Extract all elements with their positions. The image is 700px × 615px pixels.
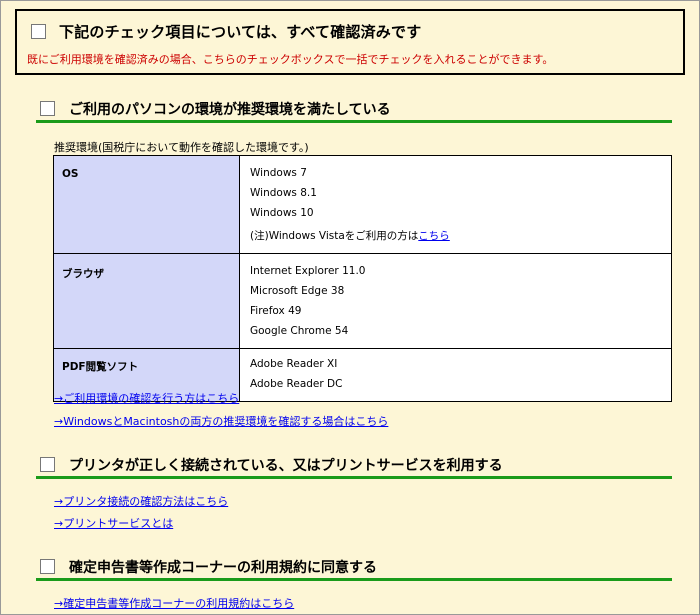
browser-item: Firefox 49 [250, 305, 302, 317]
win-mac-env-link[interactable]: →WindowsとMacintoshの両方の推奨環境を確認する場合はこちら [54, 415, 388, 428]
os-values: Windows 7 Windows 8.1 Windows 10 (注)Wind… [239, 155, 672, 254]
pdf-item: Adobe Reader DC [250, 378, 343, 390]
os-item: Windows 10 [250, 207, 314, 219]
printer-check-link[interactable]: →プリンタ接続の確認方法はこちら [54, 495, 228, 508]
os-item: Windows 7 [250, 167, 307, 179]
link-line: →ご利用環境の確認を行う方はこちら [54, 390, 239, 406]
terms-link[interactable]: →確定申告書等作成コーナーの利用規約はこちら [54, 597, 294, 610]
link-line: →WindowsとMacintoshの両方の推奨環境を確認する場合はこちら [54, 413, 388, 429]
confirm-all-box: 下記のチェック項目については、すべて確認済みです 既にご利用環境を確認済みの場合… [15, 9, 685, 75]
os-note: (注)Windows Vistaをご利用の方は [250, 230, 419, 242]
terms-label[interactable]: 確定申告書等作成コーナーの利用規約に同意する [69, 557, 377, 577]
browser-item: Internet Explorer 11.0 [250, 265, 366, 277]
table-row: OS Windows 7 Windows 8.1 Windows 10 (注)W… [53, 155, 672, 254]
browser-item: Microsoft Edge 38 [250, 285, 345, 297]
browser-item: Google Chrome 54 [250, 325, 349, 337]
browser-values: Internet Explorer 11.0 Microsoft Edge 38… [239, 253, 672, 349]
env-caption: 推奨環境(国税庁において動作を確認した環境です。) [54, 141, 309, 154]
terms-checkbox[interactable] [40, 559, 55, 574]
os-note-link[interactable]: こちら [418, 230, 450, 242]
pc-env-checkbox[interactable] [40, 101, 55, 116]
confirm-all-label[interactable]: 下記のチェック項目については、すべて確認済みです [59, 21, 421, 42]
printer-checkbox[interactable] [40, 457, 55, 472]
env-check-link[interactable]: →ご利用環境の確認を行う方はこちら [54, 392, 239, 405]
link-line: →プリンタ接続の確認方法はこちら [54, 493, 228, 509]
env-table: OS Windows 7 Windows 8.1 Windows 10 (注)W… [53, 155, 672, 402]
section-printer-heading[interactable]: プリンタが正しく接続されている、又はプリントサービスを利用する [36, 453, 672, 479]
os-note-line: (注)Windows Vistaをご利用の方はこちら [250, 226, 661, 246]
printer-label[interactable]: プリンタが正しく接続されている、又はプリントサービスを利用する [69, 455, 503, 475]
section-terms-heading[interactable]: 確定申告書等作成コーナーの利用規約に同意する [36, 555, 672, 581]
link-line: →確定申告書等作成コーナーの利用規約はこちら [54, 595, 294, 611]
table-row: ブラウザ Internet Explorer 11.0 Microsoft Ed… [53, 253, 672, 349]
confirm-all-row[interactable]: 下記のチェック項目については、すべて確認済みです [31, 21, 421, 42]
pdf-values: Adobe Reader XI Adobe Reader DC [239, 348, 672, 402]
browser-head: ブラウザ [53, 253, 240, 349]
confirm-all-note: 既にご利用環境を確認済みの場合、こちらのチェックボックスで一括でチェックを入れる… [27, 53, 554, 66]
section-pc-env-heading[interactable]: ご利用のパソコンの環境が推奨環境を満たしている [36, 97, 672, 123]
link-line: →プリントサービスとは [54, 515, 173, 531]
confirm-all-checkbox[interactable] [31, 24, 46, 39]
os-item: Windows 8.1 [250, 187, 317, 199]
print-service-link[interactable]: →プリントサービスとは [54, 517, 173, 530]
os-head: OS [53, 155, 240, 254]
pdf-item: Adobe Reader XI [250, 358, 338, 370]
pc-env-label[interactable]: ご利用のパソコンの環境が推奨環境を満たしている [69, 99, 391, 119]
